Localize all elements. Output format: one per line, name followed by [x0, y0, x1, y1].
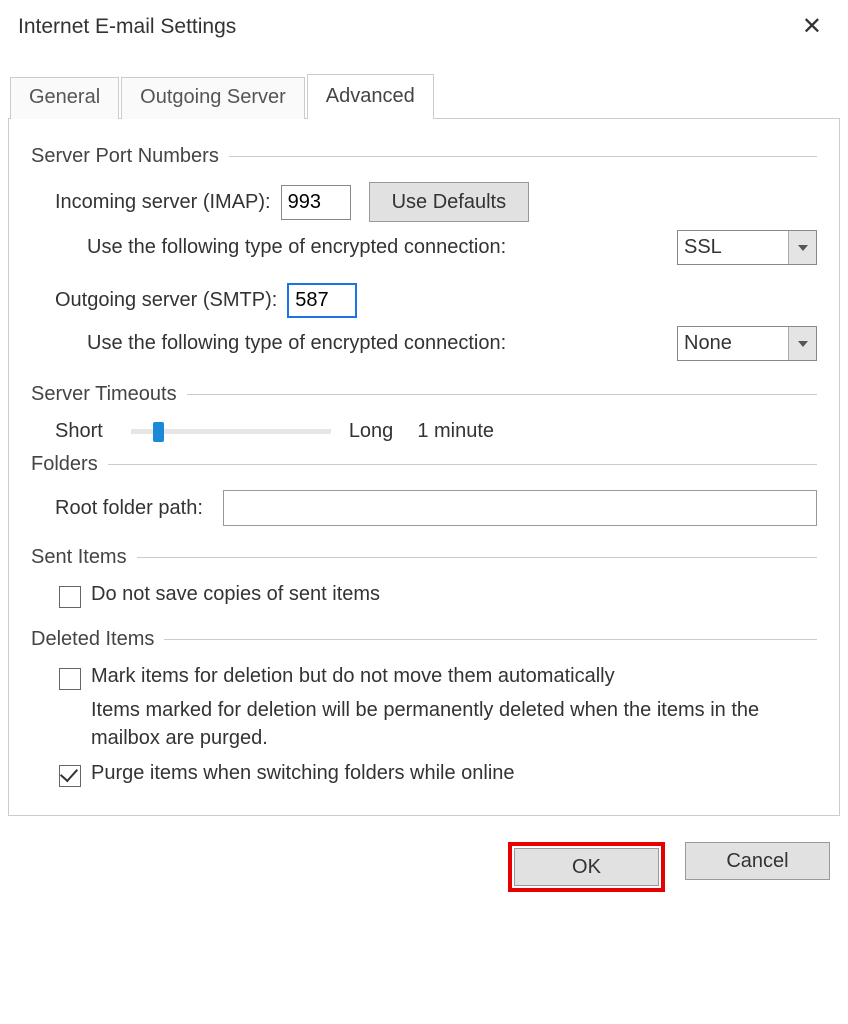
tab-advanced[interactable]: Advanced	[307, 74, 434, 119]
group-server-timeouts: Server Timeouts	[31, 383, 177, 406]
group-deleted-items: Deleted Items	[31, 628, 154, 651]
outgoing-encryption-value: None	[678, 330, 788, 357]
mark-for-deletion-help: Items marked for deletion will be perman…	[91, 696, 811, 752]
timeout-long-label: Long	[349, 420, 394, 443]
divider	[229, 156, 817, 157]
tab-general[interactable]: General	[10, 77, 119, 119]
group-sent-items: Sent Items	[31, 546, 127, 569]
ok-button[interactable]: OK	[514, 848, 659, 886]
mark-for-deletion-checkbox[interactable]	[59, 668, 81, 690]
incoming-encryption-value: SSL	[678, 234, 788, 261]
group-server-port-numbers: Server Port Numbers	[31, 145, 219, 168]
cancel-button[interactable]: Cancel	[685, 842, 830, 880]
outgoing-server-label: Outgoing server (SMTP):	[55, 289, 277, 312]
outgoing-server-port-input[interactable]	[287, 283, 357, 318]
incoming-encryption-dropdown[interactable]: SSL	[677, 230, 817, 265]
incoming-encryption-label: Use the following type of encrypted conn…	[87, 236, 506, 259]
incoming-server-label: Incoming server (IMAP):	[55, 191, 271, 214]
slider-thumb[interactable]	[153, 422, 164, 442]
tab-outgoing-server[interactable]: Outgoing Server	[121, 77, 305, 119]
outgoing-encryption-dropdown[interactable]: None	[677, 326, 817, 361]
root-folder-label: Root folder path:	[55, 497, 203, 520]
purge-items-label: Purge items when switching folders while…	[91, 762, 515, 785]
timeout-slider[interactable]	[131, 429, 331, 434]
dialog-title: Internet E-mail Settings	[18, 15, 236, 39]
group-folders: Folders	[31, 453, 98, 476]
chevron-down-icon	[788, 231, 816, 264]
timeout-short-label: Short	[55, 420, 103, 443]
divider	[187, 394, 817, 395]
divider	[164, 639, 817, 640]
outgoing-encryption-label: Use the following type of encrypted conn…	[87, 332, 506, 355]
ok-button-highlight: OK	[508, 842, 665, 892]
no-save-sent-checkbox[interactable]	[59, 586, 81, 608]
use-defaults-button[interactable]: Use Defaults	[369, 182, 530, 222]
no-save-sent-label: Do not save copies of sent items	[91, 583, 380, 606]
timeout-value: 1 minute	[417, 420, 494, 443]
purge-items-checkbox[interactable]	[59, 765, 81, 787]
divider	[108, 464, 817, 465]
divider	[137, 557, 817, 558]
close-icon[interactable]: ✕	[792, 8, 832, 45]
root-folder-input[interactable]	[223, 490, 817, 526]
mark-for-deletion-label: Mark items for deletion but do not move …	[91, 665, 615, 688]
incoming-server-port-input[interactable]	[281, 185, 351, 220]
chevron-down-icon	[788, 327, 816, 360]
